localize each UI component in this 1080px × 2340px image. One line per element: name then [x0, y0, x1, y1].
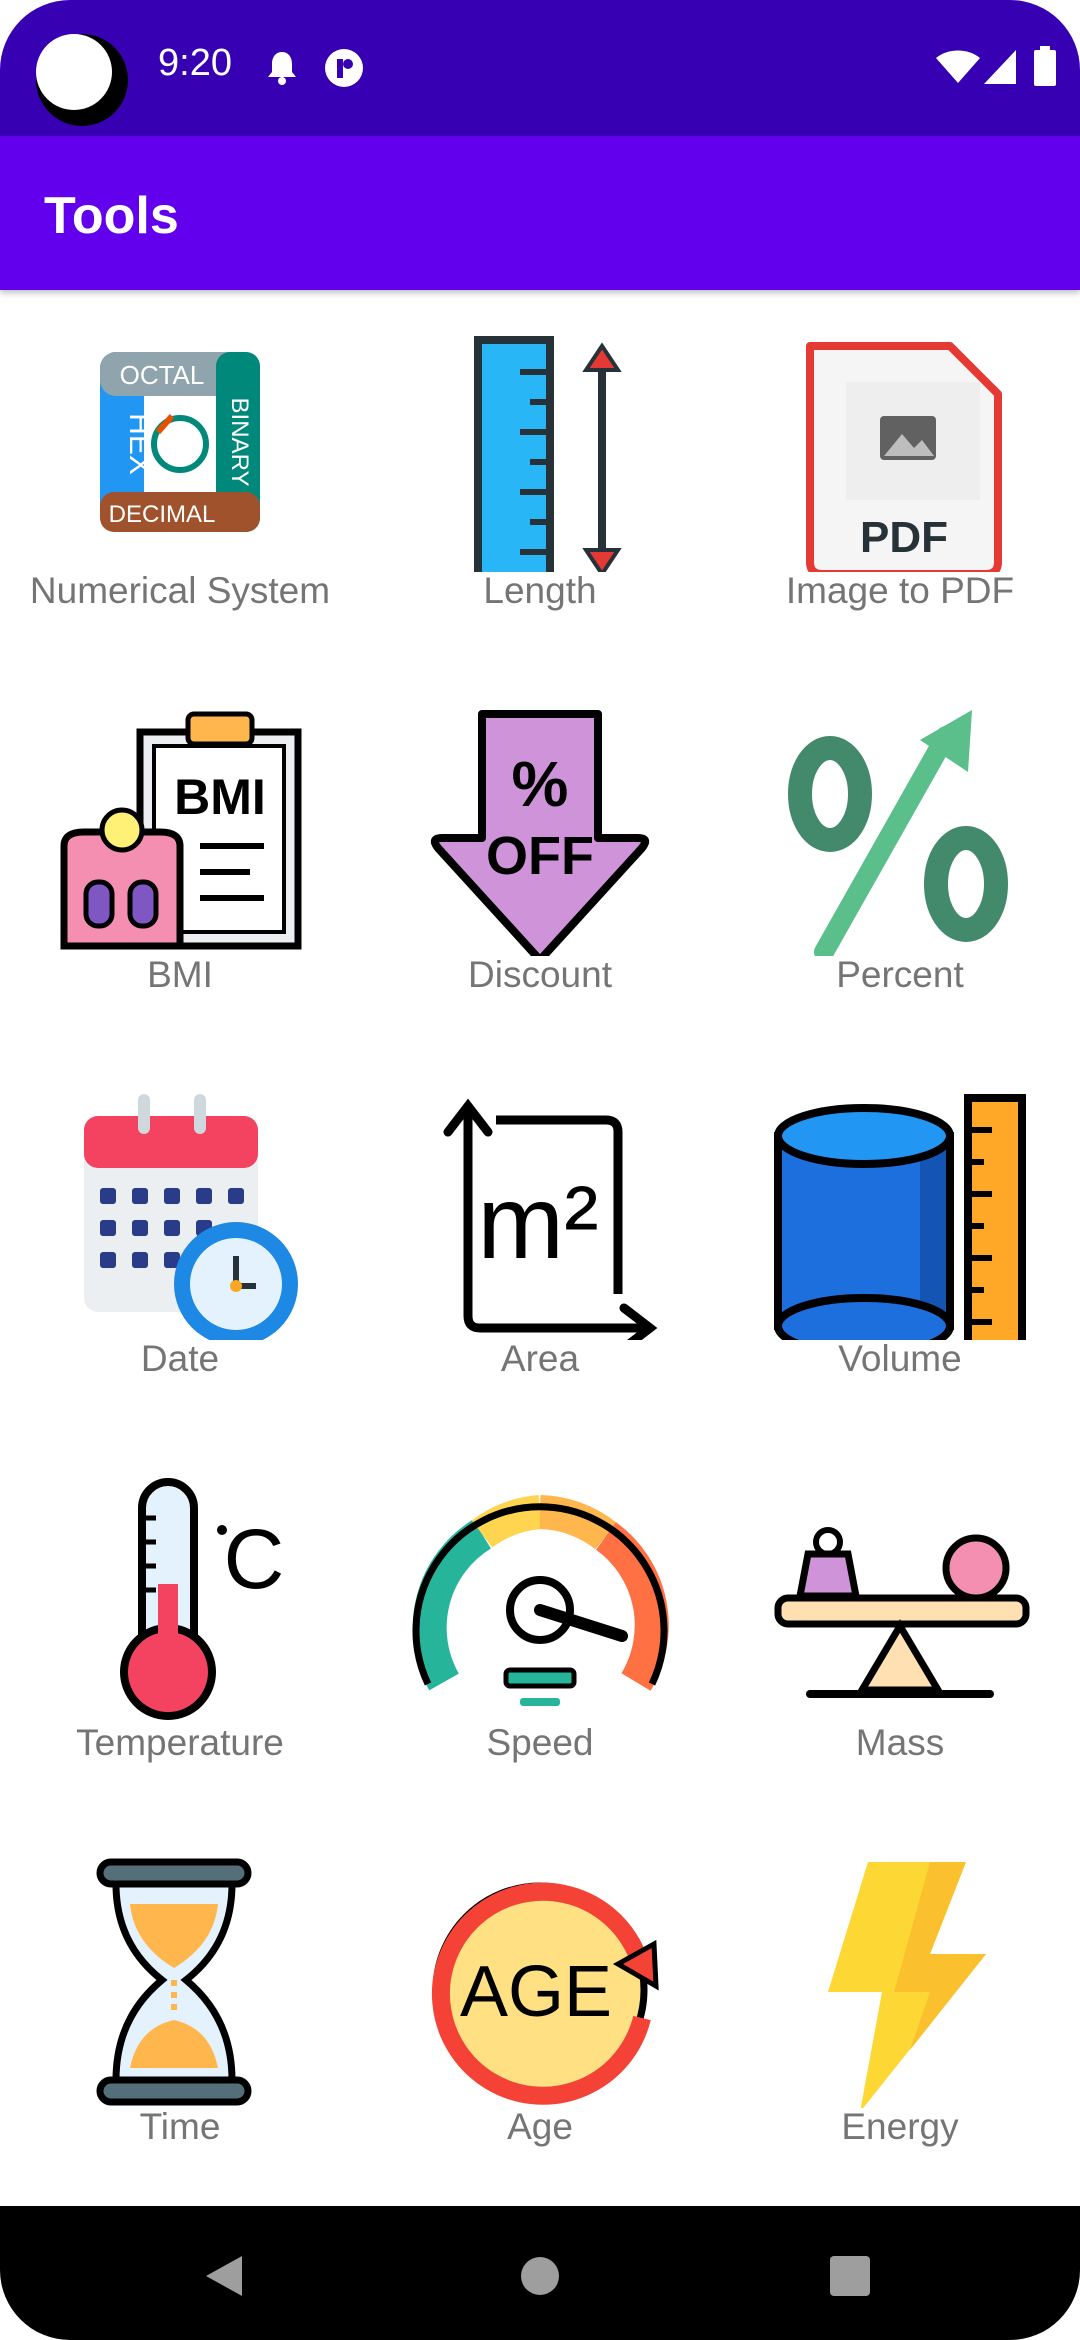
area-m2-icon: m²	[443, 1098, 658, 1340]
tools-grid: OCTAL DECIMAL BINARY HEX Numerical Syste…	[0, 290, 1080, 2206]
tool-label: Percent	[836, 954, 964, 995]
tool-energy[interactable]: Energy	[720, 1826, 1080, 2206]
decimal-text: DECIMAL	[109, 501, 216, 528]
status-time: 9:20	[158, 42, 232, 84]
thermometer-icon: C	[120, 1478, 285, 1720]
tool-volume[interactable]: Volume	[720, 1058, 1080, 1442]
status-bar: 9:20	[0, 0, 1080, 136]
hex-text: HEX	[123, 413, 156, 475]
app-bar: Tools	[0, 136, 1080, 290]
tool-label: Date	[140, 1338, 220, 1379]
speedometer-icon	[412, 1495, 669, 1706]
tool-label: Image to PDF	[785, 570, 1015, 611]
page-title: Tools	[44, 187, 179, 245]
tool-bmi[interactable]: BMI BMI	[0, 674, 360, 1058]
tool-age[interactable]: AGE Age	[360, 1826, 720, 2206]
tool-label: BMI	[147, 954, 213, 995]
numerical-system-icon: OCTAL DECIMAL BINARY HEX	[100, 352, 260, 532]
bmi-text: BMI	[174, 769, 266, 825]
tool-label: Length	[483, 570, 597, 611]
tool-label: Volume	[838, 1338, 962, 1379]
binary-text: BINARY	[226, 398, 253, 487]
tool-area[interactable]: m² Area	[360, 1058, 720, 1442]
ruler-icon	[474, 336, 622, 572]
off-text: OFF	[486, 826, 594, 886]
home-icon[interactable]	[520, 2256, 560, 2296]
cell-signal-icon	[984, 50, 1016, 84]
calendar-clock-icon	[84, 1094, 298, 1340]
percent-sign-text: %	[512, 748, 569, 820]
tool-discount[interactable]: % OFF Discount	[360, 674, 720, 1058]
tool-label: Discount	[468, 954, 612, 995]
tool-image-to-pdf[interactable]: PDF Image to PDF	[720, 290, 1080, 674]
scale-icon	[774, 1527, 1030, 1698]
tool-label: Energy	[841, 2106, 959, 2147]
age-icon: AGE	[431, 1882, 659, 2105]
pdf-icon: PDF	[806, 342, 1002, 572]
recents-icon[interactable]	[830, 2256, 870, 2296]
m2-text: m²	[477, 1165, 598, 1281]
percent-icon	[788, 710, 1008, 956]
octal-text: OCTAL	[120, 360, 205, 390]
tool-length[interactable]: Length	[360, 290, 720, 674]
age-text: AGE	[460, 1952, 612, 2032]
lightning-icon	[828, 1862, 986, 2108]
pdf-text: PDF	[860, 513, 948, 562]
notification-bell-icon	[268, 52, 296, 85]
tool-label: Temperature	[76, 1722, 284, 1763]
bmi-clipboard-icon: BMI	[60, 711, 302, 950]
tool-label: Area	[500, 1338, 580, 1379]
cylinder-icon	[774, 1094, 1026, 1340]
hourglass-icon	[96, 1858, 252, 2106]
back-icon[interactable]	[204, 2254, 244, 2298]
tool-date[interactable]: Date	[0, 1058, 360, 1442]
wifi-icon	[936, 50, 980, 83]
tool-temperature[interactable]: C Temperature	[0, 1442, 360, 1826]
tool-label: Numerical System	[29, 570, 331, 611]
tool-numerical-system[interactable]: OCTAL DECIMAL BINARY HEX Numerical Syste…	[0, 290, 360, 674]
battery-icon	[1034, 46, 1056, 86]
celsius-text: C	[224, 1512, 285, 1606]
tool-label: Age	[507, 2106, 573, 2147]
camera-cutout-icon	[36, 34, 128, 126]
discount-arrow-icon: % OFF	[430, 710, 650, 956]
tool-time[interactable]: Time	[0, 1826, 360, 2206]
navigation-bar	[0, 2206, 1080, 2340]
tool-label: Time	[139, 2106, 221, 2147]
tool-percent[interactable]: Percent	[720, 674, 1080, 1058]
tool-label: Mass	[855, 1722, 945, 1763]
tool-speed[interactable]: Speed	[360, 1442, 720, 1826]
tool-mass[interactable]: Mass	[720, 1442, 1080, 1826]
app-notification-icon	[325, 49, 363, 87]
tool-label: Speed	[486, 1722, 594, 1763]
